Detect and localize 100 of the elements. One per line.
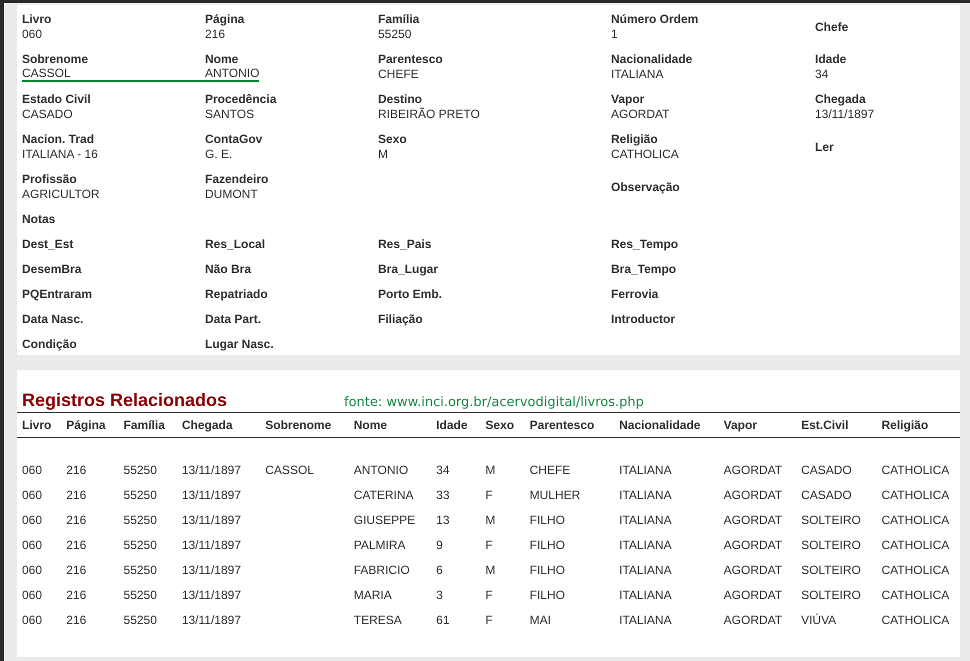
field-label: Sobrenome: [22, 52, 88, 67]
field-label: Dest_Est: [22, 237, 74, 252]
table-cell-text: CASADO: [800, 486, 853, 504]
field-label: Idade: [815, 52, 846, 67]
table-cell-text: CATHOLICA: [880, 586, 950, 604]
table-cell-text: F: [484, 536, 494, 554]
field-value: ITALIANA: [611, 67, 664, 82]
table-cell-text: M: [484, 562, 496, 578]
field-label: Res_Pais: [378, 237, 432, 252]
table-cell-text: ITALIANA: [618, 586, 673, 604]
field-value: CASSOL: [22, 67, 205, 82]
field-label: Notas: [22, 212, 56, 227]
source-note: fonte: www.inci.org.br/acervodigital/livros.php: [344, 395, 644, 410]
table-cell-text: 13/11/1897: [180, 536, 242, 554]
field-value: DUMONT: [205, 187, 258, 202]
field-label: Procedência: [205, 92, 276, 107]
table-cell-text: AGORDAT: [722, 462, 784, 478]
table-cell-text: 13/11/1897: [180, 486, 242, 504]
table-cell-text: 13: [435, 512, 451, 528]
table-cell-text: 55250: [122, 486, 158, 504]
table-cell-text: MAI: [528, 612, 552, 628]
column-header: Vapor: [718, 412, 796, 438]
table-cell-text: M: [484, 462, 496, 478]
field-label: Data Part.: [205, 312, 262, 327]
field-label: Sexo: [378, 132, 407, 147]
field-value: 34: [815, 67, 828, 82]
table-cell-text: 060: [21, 486, 44, 504]
table-cell-text: CHEFE: [528, 462, 572, 478]
field-value: SANTOS: [205, 107, 254, 122]
field-value: M: [378, 147, 388, 162]
field-label: Não Bra: [205, 262, 252, 277]
field-label: Estado Civil: [22, 92, 91, 107]
table-cell-text: 060: [21, 462, 44, 478]
table-cell-text: CASSOL: [264, 462, 315, 478]
field-value: 1: [611, 27, 618, 42]
field-label: Filiação: [378, 312, 423, 327]
table-cell-text: FILHO: [528, 536, 566, 554]
column-header: Chegada: [176, 412, 260, 438]
table-cell-text: 55250: [122, 462, 158, 478]
column-header: Est.Civil: [796, 412, 876, 438]
table-cell-text: CATHOLICA: [880, 512, 950, 528]
field-label: Família: [378, 12, 420, 27]
field-label: Chegada: [815, 92, 866, 107]
section-title: Registros Relacionados: [22, 390, 228, 411]
table-cell-text: 13/11/1897: [180, 562, 242, 578]
table-cell-text: 61: [435, 612, 451, 628]
field-label: Fazendeiro: [205, 172, 268, 187]
table-cell-text: AGORDAT: [722, 586, 784, 604]
table-cell-text: M: [484, 512, 496, 528]
column-header: Família: [118, 412, 177, 438]
table-cell-text: FABRICIO: [352, 562, 411, 578]
field-label: Bra_Lugar: [378, 262, 438, 277]
table-cell-text: 060: [21, 612, 44, 628]
table-cell-text: FILHO: [528, 512, 566, 528]
field-label: Bra_Tempo: [611, 262, 676, 277]
table-cell-text: 216: [65, 562, 88, 578]
field-value: CHEFE: [378, 67, 419, 82]
column-header: Idade: [431, 412, 480, 438]
table-cell-text: 55250: [122, 512, 158, 528]
table-cell-text: FILHO: [528, 562, 566, 578]
column-header: Nacionalidade: [614, 412, 719, 438]
field-value: 216: [205, 27, 226, 42]
table-cell-text: ITALIANA: [618, 512, 673, 528]
table-cell-text: ITALIANA: [618, 536, 673, 554]
table-cell-text: 55250: [122, 536, 158, 554]
column-header: Religião: [876, 412, 960, 438]
table-cell-text: 34: [435, 462, 451, 478]
table-cell-text: AGORDAT: [722, 612, 784, 628]
table-cell-text: SOLTEIRO: [800, 536, 862, 554]
table-cell-text: CATERINA: [352, 486, 415, 504]
field-label: Chefe: [815, 20, 848, 34]
table-cell-text: 216: [65, 586, 88, 604]
table-cell-text: 216: [65, 612, 88, 628]
table-cell-text: AGORDAT: [722, 536, 784, 554]
column-header: Sobrenome: [260, 412, 349, 438]
table-cell-text: 13/11/1897: [180, 586, 242, 604]
table-cell-text: MULHER: [528, 486, 582, 504]
table-cell-text: TERESA: [352, 612, 403, 628]
table-cell-text: 13/11/1897: [180, 612, 242, 628]
column-header: Nome: [348, 412, 432, 438]
table-cell-text: 9: [435, 536, 444, 554]
table-cell-text: 33: [435, 486, 451, 504]
table-cell-text: AGORDAT: [722, 562, 784, 578]
field-value: 55250: [378, 27, 412, 42]
field-label: Condição: [22, 337, 77, 352]
table-cell-text: CATHOLICA: [880, 486, 950, 504]
table-cell-text: VIÚVA: [800, 612, 838, 628]
field-label: Parentesco: [378, 52, 443, 67]
table-cell-text: 55250: [122, 562, 158, 578]
table-cell-text: 6: [435, 562, 444, 578]
field-label: Livro: [22, 12, 52, 27]
table-cell-text: CASADO: [800, 462, 853, 478]
field-label: Destino: [378, 92, 422, 107]
table-cell-text: 216: [65, 536, 88, 554]
field-value: ITALIANA - 16: [22, 147, 98, 162]
field-value: CASADO: [22, 107, 73, 122]
field-value: ANTONIO: [205, 67, 260, 82]
table-cell-text: CATHOLICA: [880, 462, 950, 478]
field-value: G. E.: [205, 147, 232, 162]
field-label: Vapor: [611, 92, 644, 107]
